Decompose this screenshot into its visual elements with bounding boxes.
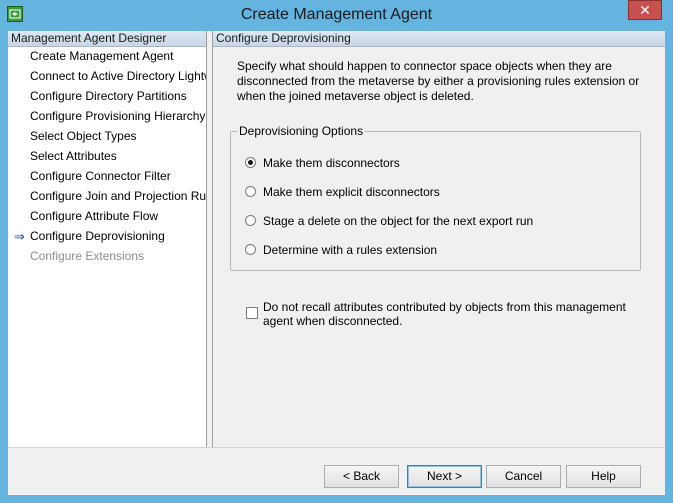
step-label: Configure Connector Filter [30,169,171,183]
deprovisioning-options-group: Deprovisioning Options Make them disconn… [230,124,641,271]
close-button[interactable]: ✕ [628,0,662,20]
next-button[interactable]: Next > [407,465,482,488]
step-select-attributes[interactable]: Select Attributes [8,149,206,169]
step-label: Configure Deprovisioning [30,229,165,243]
step-configure-attribute-flow[interactable]: Configure Attribute Flow [8,209,206,229]
step-label: Configure Extensions [30,249,145,263]
step-create-management-agent[interactable]: Create Management Agent [8,49,206,69]
radio-dot-icon [248,160,253,165]
designer-steps: Create Management Agent Connect to Activ… [8,49,207,269]
radio-button-selected[interactable] [245,157,256,168]
option-label: Stage a delete on the object for the nex… [263,214,534,228]
step-label: Select Attributes [30,149,117,163]
create-management-agent-window: Create Management Agent ✕ Management Age… [0,0,673,503]
step-select-object-types[interactable]: Select Object Types [8,129,206,149]
page-title: Configure Deprovisioning [213,31,665,47]
step-configure-join-and-projection-rules[interactable]: Configure Join and Projection Rules [8,189,207,209]
cancel-button[interactable]: Cancel [486,465,561,488]
step-label: Configure Join and Projection Rules [30,189,207,203]
page-description: Specify what should happen to connector … [237,59,640,103]
step-configure-provisioning-hierarchy[interactable]: Configure Provisioning Hierarchy [8,109,206,129]
step-label: Select Object Types [30,129,137,143]
close-icon: ✕ [639,2,651,18]
configure-deprovisioning-page: Configure Deprovisioning Specify what sh… [213,31,665,447]
option-label: Make them explicit disconnectors [263,185,440,199]
title-bar[interactable]: Create Management Agent ✕ [0,0,673,31]
radio-button[interactable] [245,244,256,255]
do-not-recall-attributes-label[interactable]: Do not recall attributes contributed by … [263,300,633,328]
window-title: Create Management Agent [240,6,433,23]
step-configure-directory-partitions[interactable]: Configure Directory Partitions [8,89,206,109]
current-step-arrow-icon: ⇒ [14,229,25,244]
step-label: Connect to Active Directory Lightweight … [30,69,206,83]
dialog-client-area: Management Agent Designer Create Managem… [8,31,665,495]
step-label: Create Management Agent [30,49,174,63]
step-label: Configure Attribute Flow [30,209,159,223]
designer-step-list-header: Management Agent Designer [8,31,206,47]
deprovisioning-options-title: Deprovisioning Options [237,124,366,139]
step-configure-deprovisioning[interactable]: ⇒ Configure Deprovisioning [8,229,206,249]
designer-step-list: Management Agent Designer Create Managem… [8,31,207,447]
step-configure-extensions: Configure Extensions [8,249,206,269]
wizard-button-bar: < Back Next > Cancel Help [8,447,665,495]
back-button[interactable]: < Back [324,465,399,488]
help-button[interactable]: Help [566,465,641,488]
radio-button[interactable] [245,186,256,197]
step-label: Configure Directory Partitions [30,89,187,103]
step-configure-connector-filter[interactable]: Configure Connector Filter [8,169,206,189]
radio-button[interactable] [245,215,256,226]
step-label: Configure Provisioning Hierarchy [30,109,206,123]
step-connect-to-ad-lds[interactable]: Connect to Active Directory Lightweight … [8,69,206,89]
do-not-recall-attributes-checkbox[interactable] [246,307,258,319]
option-label: Make them disconnectors [263,156,400,170]
option-label: Determine with a rules extension [263,243,438,257]
